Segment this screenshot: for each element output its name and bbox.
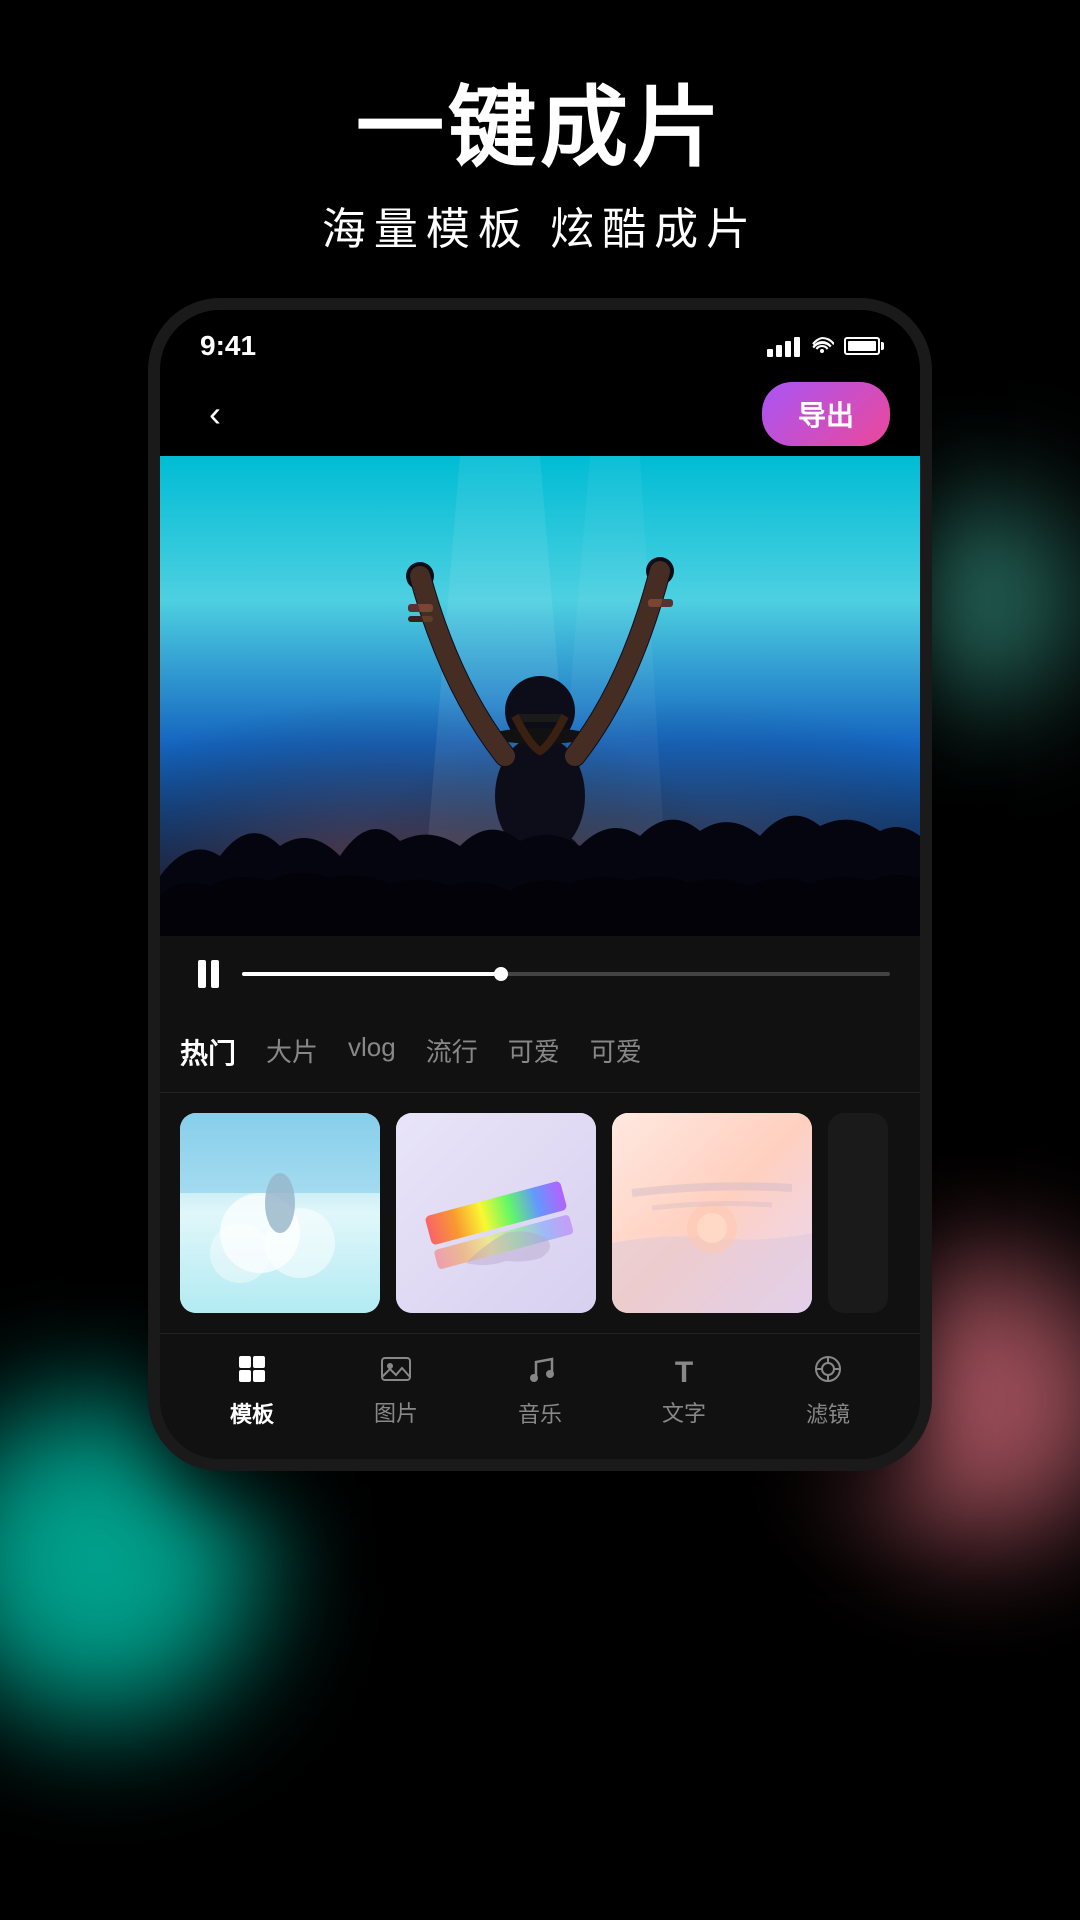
video-player[interactable]	[160, 456, 920, 936]
status-time: 9:41	[200, 330, 256, 362]
phone-mockup: 9:41 ‹ 导出	[160, 310, 920, 1459]
template-icon	[237, 1354, 267, 1391]
tab-cute2[interactable]: 可爱	[590, 1028, 642, 1076]
wifi-icon	[810, 333, 834, 359]
template-image-1	[180, 1113, 380, 1313]
pause-icon	[198, 960, 219, 988]
template-image-2	[396, 1113, 596, 1313]
tab-movie[interactable]: 大片	[266, 1028, 318, 1076]
back-button[interactable]: ‹	[190, 389, 240, 439]
timeline-progress	[242, 972, 501, 976]
toolbar-text[interactable]: T 文字	[662, 1356, 706, 1428]
template-image-3	[612, 1113, 812, 1313]
toolbar-image[interactable]: 图片	[374, 1355, 418, 1428]
toolbar-filter-label: 滤镜	[806, 1397, 850, 1429]
timeline-row	[190, 956, 890, 992]
toolbar-template-label: 模板	[230, 1397, 274, 1429]
tab-vlog[interactable]: vlog	[348, 1028, 396, 1076]
sub-title: 海量模板 炫酷成片	[0, 193, 1080, 257]
toolbar-music[interactable]: 音乐	[518, 1354, 562, 1429]
status-bar: 9:41	[160, 310, 920, 372]
main-title: 一键成片	[0, 80, 1080, 177]
concert-scene	[160, 456, 920, 936]
toolbar-template[interactable]: 模板	[230, 1354, 274, 1429]
signal-icon	[767, 335, 800, 357]
tab-hot[interactable]: 热门	[180, 1028, 236, 1076]
battery-icon	[844, 337, 880, 355]
template-grid	[160, 1093, 920, 1333]
back-arrow-icon: ‹	[209, 393, 221, 435]
status-icons	[767, 333, 880, 359]
playback-controls	[160, 936, 920, 1012]
toolbar-text-label: 文字	[662, 1396, 706, 1428]
tab-trend[interactable]: 流行	[426, 1028, 478, 1076]
toolbar-music-label: 音乐	[518, 1397, 562, 1429]
filter-icon	[813, 1354, 843, 1391]
export-button[interactable]: 导出	[762, 382, 890, 446]
timeline-track[interactable]	[242, 972, 890, 976]
bottom-toolbar: 模板 图片 音乐 T 文字	[160, 1333, 920, 1459]
toolbar-filter[interactable]: 滤镜	[806, 1354, 850, 1429]
tab-cute1[interactable]: 可爱	[508, 1028, 560, 1076]
hero-section: 一键成片 海量模板 炫酷成片	[0, 80, 1080, 257]
image-icon	[381, 1355, 411, 1390]
nav-bar: ‹ 导出	[160, 372, 920, 456]
toolbar-image-label: 图片	[374, 1396, 418, 1428]
template-card-4[interactable]	[828, 1113, 888, 1313]
text-icon: T	[675, 1356, 693, 1390]
template-card-1[interactable]	[180, 1113, 380, 1313]
template-card-2[interactable]	[396, 1113, 596, 1313]
timeline-thumb	[494, 967, 508, 981]
template-card-3[interactable]	[612, 1113, 812, 1313]
pause-button[interactable]	[190, 956, 226, 992]
category-tabs: 热门 大片 vlog 流行 可爱 可爱	[160, 1012, 920, 1093]
music-icon	[526, 1354, 554, 1391]
